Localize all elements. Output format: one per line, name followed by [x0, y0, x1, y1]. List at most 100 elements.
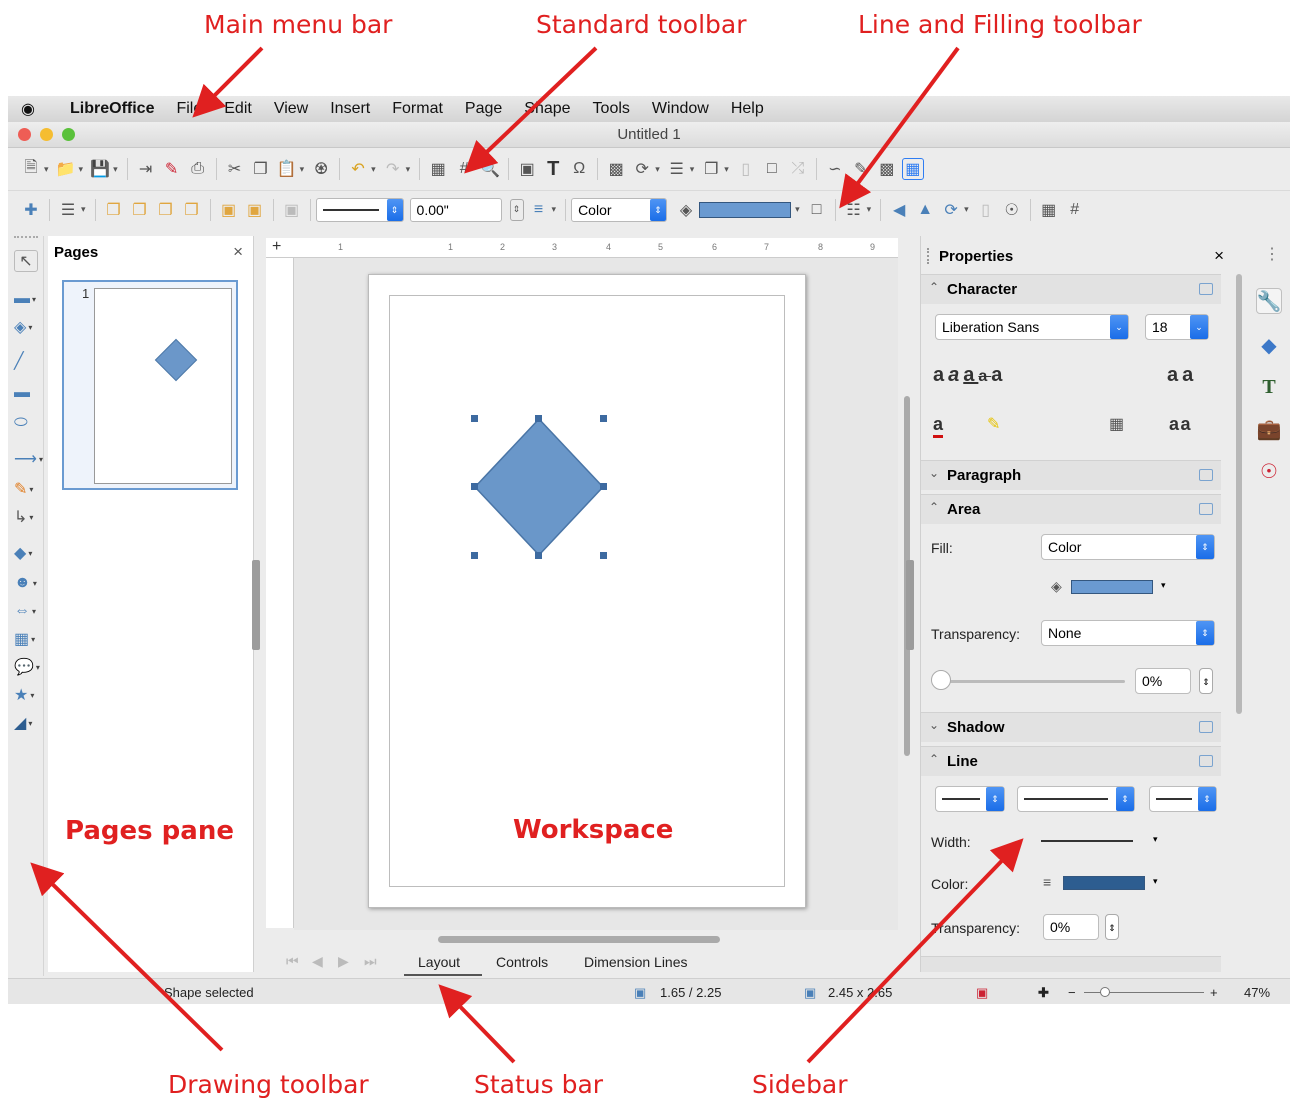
send-to-back-icon[interactable]: ❐: [181, 199, 203, 221]
menu-view[interactable]: View: [263, 100, 319, 118]
fontwork-icon[interactable]: ▩: [605, 158, 627, 180]
horizontal-scrollbar[interactable]: [438, 936, 720, 943]
status-zoom[interactable]: 47%: [1244, 985, 1270, 1000]
fill-color-icon[interactable]: ◈: [1051, 578, 1062, 595]
subscript-icons[interactable]: a a: [1169, 414, 1191, 435]
font-name-select[interactable]: Liberation Sans ⌄: [935, 314, 1129, 340]
block-arrows-tool-icon[interactable]: ⇔ ▾: [14, 600, 44, 622]
menu-page[interactable]: Page: [454, 100, 513, 118]
sidebar-grip[interactable]: [927, 248, 930, 264]
vertical-ruler[interactable]: [266, 258, 294, 928]
bold-icon[interactable]: a: [933, 364, 948, 386]
3d-objects-tool-icon[interactable]: ◢ ▾: [14, 712, 44, 734]
shadow-toggle-icon[interactable]: □: [806, 199, 828, 221]
reverse-icon[interactable]: ▣: [281, 199, 303, 221]
horizontal-ruler[interactable]: + 1 1 2 3 4 5 6 7 8 9: [266, 238, 898, 258]
fill-color-swatch[interactable]: [1071, 580, 1153, 594]
menu-window[interactable]: Window: [641, 100, 720, 118]
sidebar-menu-icon[interactable]: ⋮: [1264, 244, 1280, 264]
stars-tool-icon[interactable]: ★ ▾: [14, 684, 44, 706]
zoom-slider-knob[interactable]: [1100, 987, 1110, 997]
zoom-out-icon[interactable]: −: [1068, 985, 1076, 1000]
menu-help[interactable]: Help: [720, 100, 775, 118]
apple-icon[interactable]: ◉: [8, 99, 48, 119]
more-options-icon[interactable]: [1199, 283, 1213, 295]
distribute-icon[interactable]: ▯: [735, 158, 757, 180]
arrow-style-icon[interactable]: ◀: [888, 199, 910, 221]
styles-deck-icon[interactable]: T: [1256, 374, 1282, 400]
font-size-select[interactable]: 18 ⌄: [1145, 314, 1209, 340]
bring-to-front-icon[interactable]: ❐: [103, 199, 125, 221]
section-paragraph[interactable]: ⌄ Paragraph: [921, 460, 1221, 490]
document-modified-icon[interactable]: ▣: [976, 985, 988, 1001]
zoom-icon[interactable]: 🔍: [479, 158, 501, 180]
save-icon[interactable]: 💾: [89, 158, 111, 180]
font-color-icon[interactable]: a: [933, 414, 944, 438]
clone-formatting-icon[interactable]: ♼: [310, 158, 332, 180]
line-width-preview[interactable]: [1041, 840, 1133, 842]
special-character-icon[interactable]: Ω: [568, 158, 590, 180]
line-end-select[interactable]: ⇕: [1149, 786, 1217, 812]
transparency-stepper[interactable]: ⇕: [1199, 668, 1213, 694]
more-options-icon[interactable]: [1199, 755, 1213, 767]
in-front-of-object-icon[interactable]: ▣: [218, 199, 240, 221]
more-options-icon[interactable]: [1199, 503, 1213, 515]
forward-one-icon[interactable]: ❐: [129, 199, 151, 221]
insert-text-icon[interactable]: T: [542, 158, 564, 180]
export-pdf-icon[interactable]: ✎: [161, 158, 183, 180]
drawing-page[interactable]: Workspace: [368, 274, 806, 908]
increase-font-icon[interactable]: a: [1167, 364, 1182, 386]
line-color-swatch[interactable]: [1063, 876, 1145, 890]
section-area[interactable]: ⌃ Area: [921, 494, 1221, 524]
sidebar-collapse-handle[interactable]: [906, 560, 914, 650]
tab-controls[interactable]: Controls: [496, 954, 548, 970]
next-tab-icon[interactable]: ▶: [338, 953, 349, 970]
points-icon[interactable]: ∽: [824, 158, 846, 180]
fit-page-icon[interactable]: ✚: [1038, 985, 1049, 1001]
line-style-select[interactable]: ⇕: [315, 197, 404, 222]
chevron-down-icon[interactable]: ▾: [1153, 876, 1158, 887]
area-transparency-select[interactable]: None ⇕: [1041, 620, 1215, 646]
curve-tool-icon[interactable]: ✎ ▾: [14, 478, 44, 500]
ruler-icon[interactable]: ▯: [975, 199, 997, 221]
fill-color-tool-icon[interactable]: ◈ ▾: [14, 316, 44, 338]
close-icon[interactable]: ×: [1214, 246, 1224, 266]
sidebar-scrollbar[interactable]: [1236, 274, 1242, 714]
line-color-icon[interactable]: ≡: [1043, 874, 1051, 890]
menu-tools[interactable]: Tools: [582, 100, 641, 118]
close-icon[interactable]: ×: [233, 242, 243, 262]
strikethrough-icon[interactable]: a: [978, 368, 991, 385]
character-spacing-icon[interactable]: ▦: [1109, 414, 1124, 434]
line-ends-icon[interactable]: ≡: [528, 199, 550, 221]
previous-tab-icon[interactable]: ◀: [312, 953, 323, 970]
first-tab-icon[interactable]: ⏮: [286, 953, 299, 970]
toolbar-grip[interactable]: [14, 236, 38, 239]
new-document-icon[interactable]: 🗎: [20, 158, 42, 180]
menu-insert[interactable]: Insert: [319, 100, 381, 118]
crop-icon[interactable]: ⤮: [787, 158, 809, 180]
arrange-icon[interactable]: ❐: [700, 158, 722, 180]
grid-display-icon[interactable]: ▦: [1038, 199, 1060, 221]
zoom-in-icon[interactable]: +: [1210, 985, 1218, 1000]
open-icon[interactable]: 📁: [55, 158, 77, 180]
selected-diamond-shape[interactable]: [469, 411, 609, 563]
line-width-stepper[interactable]: ⇕: [509, 198, 524, 221]
line-transparency-field[interactable]: 0%: [1043, 914, 1099, 940]
toggle-extrusion-icon[interactable]: ▩: [876, 158, 898, 180]
line-color-tool-icon[interactable]: ▬ ▾: [14, 288, 44, 310]
section-position-and-size[interactable]: [921, 956, 1221, 972]
helplines-icon[interactable]: #: [453, 158, 475, 180]
insert-image-icon[interactable]: ▣: [516, 158, 538, 180]
transparency-percent-field[interactable]: 0%: [1135, 668, 1191, 694]
fill-select[interactable]: Color ⇕: [1041, 534, 1215, 560]
shadow-icon[interactable]: □: [761, 158, 783, 180]
fill-color-swatch[interactable]: [699, 201, 792, 218]
shadow-text-icon[interactable]: a: [991, 364, 1006, 386]
copy-icon[interactable]: ❐: [250, 158, 272, 180]
rotate-icon[interactable]: ⟳: [940, 199, 962, 221]
print-icon[interactable]: ⎙: [187, 158, 209, 180]
section-character[interactable]: ⌃ Character: [921, 274, 1221, 304]
more-options-icon[interactable]: [1199, 721, 1213, 733]
tab-dimension-lines[interactable]: Dimension Lines: [584, 954, 688, 970]
tab-layout[interactable]: Layout: [418, 954, 460, 970]
